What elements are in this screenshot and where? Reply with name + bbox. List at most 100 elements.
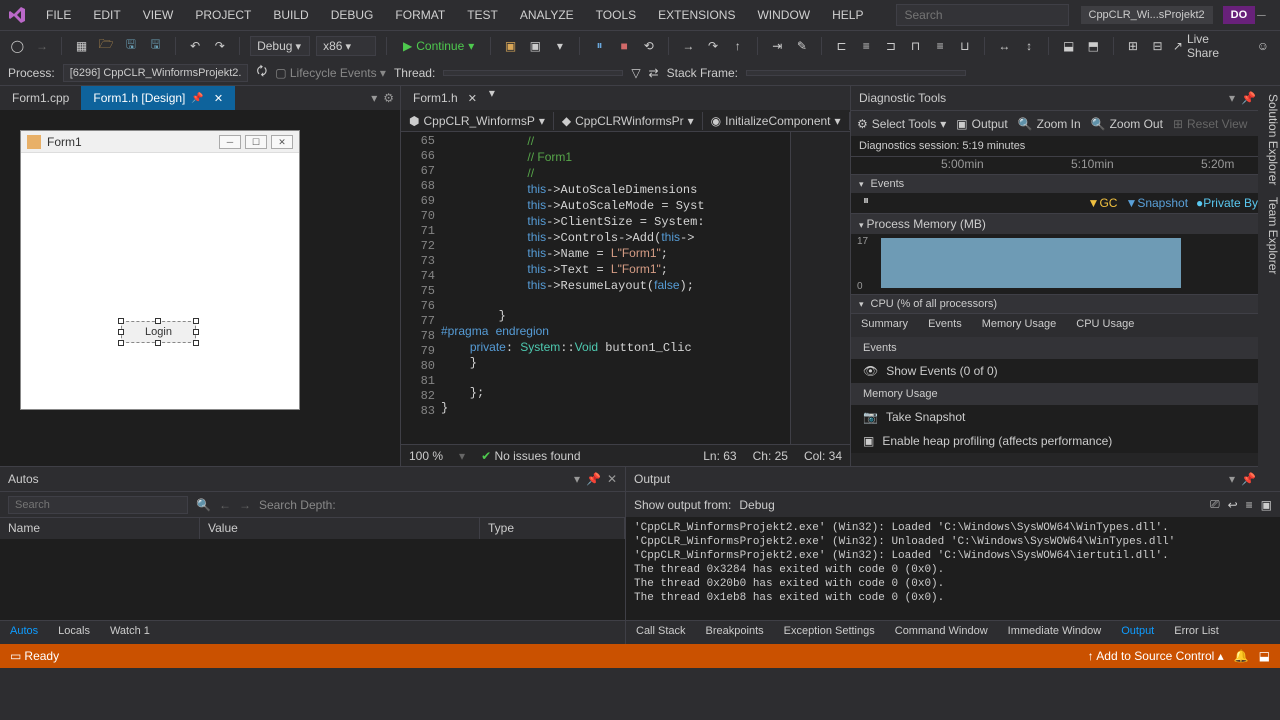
code-minimap[interactable] bbox=[790, 132, 850, 444]
process-dropdown[interactable]: [6296] CppCLR_WinformsProjekt2. bbox=[63, 64, 249, 82]
grid-icon[interactable]: ⊞ bbox=[1124, 36, 1143, 56]
notifications-icon[interactable]: 🔔 bbox=[1234, 649, 1249, 663]
close-icon[interactable]: ✕ bbox=[214, 92, 223, 105]
forward-icon[interactable]: → bbox=[33, 36, 52, 56]
back-icon[interactable]: ← bbox=[219, 498, 231, 512]
save-all-icon[interactable]: 🖫 bbox=[146, 36, 165, 56]
window-minimize-icon[interactable]: ─ bbox=[1257, 8, 1266, 22]
close-icon[interactable]: ✕ bbox=[607, 472, 617, 486]
project-badge[interactable]: CppCLR_Wi...sProjekt2 bbox=[1081, 6, 1213, 24]
autos-search-input[interactable] bbox=[8, 496, 188, 514]
search-icon[interactable]: 🔍 bbox=[196, 498, 211, 512]
grid2-icon[interactable]: ⊟ bbox=[1148, 36, 1167, 56]
tool-a-icon[interactable]: ▣ bbox=[501, 36, 520, 56]
code-text-area[interactable]: // // Form1 // this->AutoScaleDimensions… bbox=[441, 132, 790, 444]
events-section-header[interactable]: Events bbox=[851, 174, 1280, 193]
tab-form1-design[interactable]: Form1.h [Design]📌✕ bbox=[81, 86, 235, 110]
pin-icon[interactable]: 📌 bbox=[191, 93, 203, 104]
tab-gear-icon[interactable]: ⚙ bbox=[383, 91, 394, 105]
clear-icon[interactable]: ⎚ bbox=[1210, 497, 1220, 512]
nav-method[interactable]: ◉ InitializeComponent ▾ bbox=[703, 112, 850, 130]
tab-output[interactable]: Output bbox=[1111, 621, 1164, 644]
step-into-icon[interactable]: → bbox=[679, 36, 698, 56]
col-value[interactable]: Value bbox=[200, 518, 480, 539]
nav-project[interactable]: ⬢ CppCLR_WinformsP ▾ bbox=[401, 112, 554, 130]
dropdown-icon[interactable]: ▾ bbox=[1229, 472, 1235, 486]
user-avatar[interactable]: DO bbox=[1223, 6, 1256, 24]
output-from-dropdown[interactable]: Debug bbox=[739, 498, 999, 512]
lifecycle-dropdown[interactable]: ▢ Lifecycle Events ▾ bbox=[275, 66, 386, 80]
take-snapshot-row[interactable]: 📷Take Snapshot bbox=[851, 405, 1280, 429]
align-left-icon[interactable]: ⊏ bbox=[832, 36, 851, 56]
live-share-button[interactable]: ↗ Live Share bbox=[1173, 32, 1240, 60]
restart-icon[interactable]: ⟲ bbox=[639, 36, 658, 56]
menu-view[interactable]: VIEW bbox=[133, 4, 184, 26]
designer-canvas[interactable]: Form1 ─ ☐ ✕ Login bbox=[0, 110, 400, 466]
step-out-icon[interactable]: ↑ bbox=[728, 36, 747, 56]
menu-project[interactable]: PROJECT bbox=[185, 4, 261, 26]
platform-dropdown[interactable]: x86 ▾ bbox=[316, 36, 376, 56]
tool-c-icon[interactable]: ▾ bbox=[551, 36, 570, 56]
style-icon[interactable]: ✎ bbox=[793, 36, 812, 56]
menu-edit[interactable]: EDIT bbox=[83, 4, 130, 26]
menu-help[interactable]: HELP bbox=[822, 4, 873, 26]
dropdown-icon[interactable]: ▾ bbox=[574, 472, 580, 486]
cpu-section-header[interactable]: CPU (% of all processors) bbox=[851, 294, 1280, 313]
align-bot-icon[interactable]: ⊔ bbox=[956, 36, 975, 56]
thread-dropdown[interactable] bbox=[443, 70, 623, 76]
menu-extensions[interactable]: EXTENSIONS bbox=[648, 4, 745, 26]
forward-icon[interactable]: → bbox=[239, 498, 251, 512]
autos-body[interactable] bbox=[0, 539, 625, 620]
wrap-icon[interactable]: ↩ bbox=[1228, 498, 1238, 512]
show-events-row[interactable]: 👁Show Events (0 of 0) bbox=[851, 359, 1280, 383]
vspace-icon[interactable]: ↕ bbox=[1020, 36, 1039, 56]
menu-file[interactable]: FILE bbox=[36, 4, 81, 26]
nav-namespace[interactable]: ◆ CppCLRWinformsPr ▾ bbox=[554, 112, 703, 130]
toggle-icon[interactable]: ⇄ bbox=[649, 66, 659, 80]
zoom-level[interactable]: 100 % bbox=[409, 449, 443, 463]
back-icon[interactable]: ◯ bbox=[8, 36, 27, 56]
stackframe-dropdown[interactable] bbox=[746, 70, 966, 76]
filter-icon[interactable]: ▽ bbox=[631, 66, 640, 80]
menu-build[interactable]: BUILD bbox=[263, 4, 318, 26]
diag-time-ruler[interactable]: 5:00min 5:10min 5:20m bbox=[851, 156, 1280, 174]
new-icon[interactable]: ▦ bbox=[72, 36, 91, 56]
tab-autos[interactable]: Autos bbox=[0, 621, 48, 644]
feedback-icon[interactable]: ☺ bbox=[1254, 36, 1273, 56]
align-center-icon[interactable]: ≡ bbox=[857, 36, 876, 56]
stop-icon[interactable]: ▣ bbox=[1261, 498, 1272, 512]
pin-icon[interactable]: 📌 bbox=[586, 472, 601, 486]
memory-chart[interactable]: 17 0 17 0 bbox=[851, 234, 1280, 294]
col-name[interactable]: Name bbox=[0, 518, 200, 539]
tab-watch1[interactable]: Watch 1 bbox=[100, 621, 160, 644]
menu-debug[interactable]: DEBUG bbox=[321, 4, 384, 26]
align-top-icon[interactable]: ⊓ bbox=[906, 36, 925, 56]
menu-window[interactable]: WINDOW bbox=[747, 4, 820, 26]
solution-explorer-tab[interactable]: Solution Explorer bbox=[1258, 94, 1280, 185]
menu-tools[interactable]: TOOLS bbox=[586, 4, 646, 26]
menu-analyze[interactable]: ANALYZE bbox=[510, 4, 584, 26]
save-icon[interactable]: 🖫 bbox=[122, 36, 141, 56]
diag-tab-events[interactable]: Events bbox=[918, 314, 972, 337]
menu-format[interactable]: FORMAT bbox=[385, 4, 455, 26]
continue-button[interactable]: ▶ Continue ▾ bbox=[397, 37, 480, 55]
zoom-out-button[interactable]: 🔍 Zoom Out bbox=[1091, 117, 1163, 131]
dropdown-icon[interactable]: ▾ bbox=[1229, 91, 1235, 105]
tab-menu-icon[interactable]: ▾ bbox=[489, 86, 495, 100]
team-explorer-tab[interactable]: Team Explorer bbox=[1258, 197, 1280, 274]
tab-errorlist[interactable]: Error List bbox=[1164, 621, 1229, 644]
stop-icon[interactable]: ■ bbox=[615, 36, 634, 56]
open-icon[interactable]: 🗁 bbox=[97, 36, 116, 56]
list-icon[interactable]: ≡ bbox=[1246, 498, 1253, 512]
pause-icon[interactable]: ⏸ bbox=[590, 36, 609, 56]
align-right-icon[interactable]: ⊐ bbox=[882, 36, 901, 56]
hspace-icon[interactable]: ↔ bbox=[995, 36, 1014, 56]
zoom-in-button[interactable]: 🔍 Zoom In bbox=[1018, 117, 1081, 131]
pin-icon[interactable]: 📌 bbox=[1241, 472, 1256, 486]
tab-menu-icon[interactable]: ▾ bbox=[371, 91, 377, 105]
source-control-button[interactable]: ↑ Add to Source Control ▴ bbox=[1088, 649, 1224, 663]
tab-command[interactable]: Command Window bbox=[885, 621, 998, 644]
global-search-input[interactable] bbox=[896, 4, 1069, 26]
memory-section-header[interactable]: Process Memory (MB) ▼GC ▼Snapshot ●Priva… bbox=[851, 213, 1280, 234]
menu-test[interactable]: TEST bbox=[457, 4, 508, 26]
